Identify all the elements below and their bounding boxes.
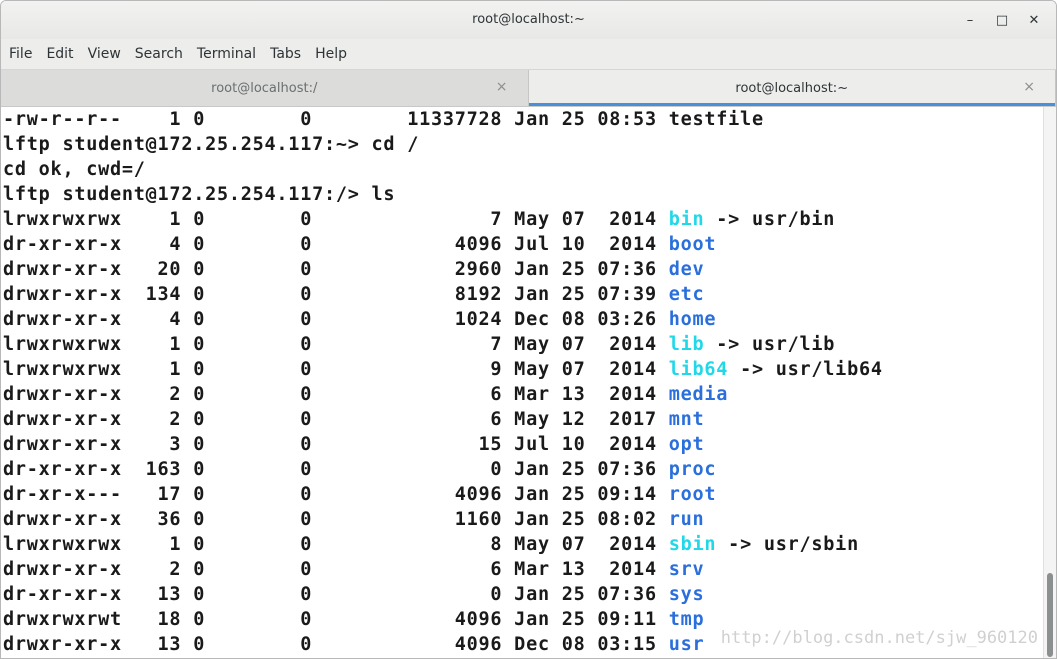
terminal-line: lftp student@172.25.254.117:~> cd /: [3, 132, 1044, 157]
file-details: dr-xr-xr-x 163 0 0 0 Jan 25 07:36: [3, 459, 669, 480]
terminal-line: dr-xr-xr-x 13 0 0 0 Jan 25 07:36 sys: [3, 582, 1044, 607]
terminal-line: lrwxrwxrwx 1 0 0 8 May 07 2014 sbin -> u…: [3, 532, 1044, 557]
terminal-line: drwxr-xr-x 2 0 0 6 Mar 13 2014 media: [3, 382, 1044, 407]
terminal-output[interactable]: -rw-r--r-- 1 0 0 11337728 Jan 25 08:53 t…: [1, 107, 1044, 658]
symlink-target: -> usr/lib: [704, 334, 836, 355]
directory-name: proc: [668, 459, 717, 480]
symlink-target: -> usr/lib64: [728, 359, 883, 380]
file-details: drwxr-xr-x 134 0 0 8192 Jan 25 07:39: [3, 284, 669, 305]
window-controls: – □ ✕: [958, 9, 1046, 31]
terminal-line: dr-xr-xr-x 4 0 0 4096 Jul 10 2014 boot: [3, 232, 1044, 257]
file-details: drwxr-xr-x 2 0 0 6 May 12 2017: [3, 409, 669, 430]
directory-name: opt: [668, 434, 705, 455]
menu-tabs[interactable]: Tabs: [266, 42, 309, 66]
menu-bar: File Edit View Search Terminal Tabs Help: [1, 39, 1056, 70]
menu-help[interactable]: Help: [311, 42, 355, 66]
terminal-line: cd ok, cwd=/: [3, 157, 1044, 182]
terminal-line: lrwxrwxrwx 1 0 0 9 May 07 2014 lib64 -> …: [3, 357, 1044, 382]
terminal-text: cd ok, cwd=/: [3, 159, 146, 180]
file-details: lrwxrwxrwx 1 0 0 8 May 07 2014: [3, 534, 669, 555]
scrollbar-thumb[interactable]: [1047, 573, 1053, 657]
terminal-line: lrwxrwxrwx 1 0 0 7 May 07 2014 bin -> us…: [3, 207, 1044, 232]
file-details: drwxr-xr-x 2 0 0 6 Mar 13 2014: [3, 559, 669, 580]
symlink-name: bin: [668, 209, 705, 230]
file-details: dr-xr-xr-x 13 0 0 0 Jan 25 07:36: [3, 584, 669, 605]
tab-close-icon[interactable]: ×: [496, 79, 508, 95]
directory-name: sys: [668, 584, 705, 605]
menu-file[interactable]: File: [5, 42, 40, 66]
directory-name: usr: [668, 634, 705, 655]
directory-name: run: [668, 509, 705, 530]
tab-label: root@localhost:~: [735, 80, 849, 96]
directory-name: home: [668, 309, 717, 330]
terminal-line: -rw-r--r-- 1 0 0 11337728 Jan 25 08:53 t…: [3, 107, 1044, 132]
file-details: drwxrwxrwt 18 0 0 4096 Jan 25 09:11: [3, 609, 669, 630]
terminal-text: lftp student@172.25.254.117:/> ls: [3, 184, 396, 205]
window-title: root@localhost:~: [472, 12, 585, 27]
terminal-line: drwxr-xr-x 20 0 0 2960 Jan 25 07:36 dev: [3, 257, 1044, 282]
file-details: lrwxrwxrwx 1 0 0 7 May 07 2014: [3, 334, 669, 355]
file-details: drwxr-xr-x 36 0 0 1160 Jan 25 08:02: [3, 509, 669, 530]
menu-edit[interactable]: Edit: [42, 42, 81, 66]
menu-terminal[interactable]: Terminal: [193, 42, 264, 66]
menu-search[interactable]: Search: [131, 42, 191, 66]
directory-name: srv: [668, 559, 705, 580]
directory-name: dev: [668, 259, 705, 280]
symlink-name: lib: [668, 334, 705, 355]
title-bar[interactable]: root@localhost:~ – □ ✕: [1, 1, 1056, 39]
file-details: dr-xr-xr-x 4 0 0 4096 Jul 10 2014: [3, 234, 669, 255]
menu-view[interactable]: View: [84, 42, 129, 66]
tab-root-home[interactable]: root@localhost:~ ×: [528, 70, 1056, 106]
file-details: drwxr-xr-x 3 0 0 15 Jul 10 2014: [3, 434, 669, 455]
tab-root-slash[interactable]: root@localhost:/ ×: [1, 70, 529, 106]
close-button[interactable]: ✕: [1022, 9, 1046, 31]
terminal-line: drwxr-xr-x 4 0 0 1024 Dec 08 03:26 home: [3, 307, 1044, 332]
maximize-button[interactable]: □: [990, 9, 1014, 31]
symlink-name: lib64: [668, 359, 729, 380]
file-details: lrwxrwxrwx 1 0 0 9 May 07 2014: [3, 359, 669, 380]
watermark: http://blog.csdn.net/sjw_960120: [720, 628, 1038, 648]
terminal-line: drwxr-xr-x 2 0 0 6 Mar 13 2014 srv: [3, 557, 1044, 582]
directory-name: etc: [668, 284, 705, 305]
file-details: drwxr-xr-x 13 0 0 4096 Dec 08 03:15: [3, 634, 669, 655]
tab-bar: root@localhost:/ × root@localhost:~ ×: [1, 70, 1056, 107]
symlink-name: sbin: [668, 534, 717, 555]
terminal-line: lrwxrwxrwx 1 0 0 7 May 07 2014 lib -> us…: [3, 332, 1044, 357]
directory-name: root: [668, 484, 717, 505]
symlink-target: -> usr/bin: [704, 209, 836, 230]
terminal-line: dr-xr-x--- 17 0 0 4096 Jan 25 09:14 root: [3, 482, 1044, 507]
terminal-line: drwxr-xr-x 2 0 0 6 May 12 2017 mnt: [3, 407, 1044, 432]
terminal-line: drwxr-xr-x 3 0 0 15 Jul 10 2014 opt: [3, 432, 1044, 457]
file-details: dr-xr-x--- 17 0 0 4096 Jan 25 09:14: [3, 484, 669, 505]
terminal-text: -rw-r--r-- 1 0 0 11337728 Jan 25 08:53 t…: [3, 109, 764, 130]
file-details: lrwxrwxrwx 1 0 0 7 May 07 2014: [3, 209, 669, 230]
tab-close-icon[interactable]: ×: [1023, 79, 1035, 95]
symlink-target: -> usr/sbin: [716, 534, 859, 555]
terminal-text: lftp student@172.25.254.117:~> cd /: [3, 134, 420, 155]
directory-name: media: [668, 384, 729, 405]
directory-name: boot: [668, 234, 717, 255]
minimize-button[interactable]: –: [958, 9, 982, 31]
file-details: drwxr-xr-x 2 0 0 6 Mar 13 2014: [3, 384, 669, 405]
terminal-line: dr-xr-xr-x 163 0 0 0 Jan 25 07:36 proc: [3, 457, 1044, 482]
terminal-line: drwxr-xr-x 36 0 0 1160 Jan 25 08:02 run: [3, 507, 1044, 532]
directory-name: mnt: [668, 409, 705, 430]
file-details: drwxr-xr-x 20 0 0 2960 Jan 25 07:36: [3, 259, 669, 280]
scrollbar[interactable]: [1043, 107, 1056, 658]
file-details: drwxr-xr-x 4 0 0 1024 Dec 08 03:26: [3, 309, 669, 330]
terminal-line: lftp student@172.25.254.117:/> ls: [3, 182, 1044, 207]
tab-label: root@localhost:/: [211, 80, 318, 96]
directory-name: tmp: [668, 609, 705, 630]
terminal-line: drwxr-xr-x 134 0 0 8192 Jan 25 07:39 etc: [3, 282, 1044, 307]
terminal-window: root@localhost:~ – □ ✕ File Edit View Se…: [0, 0, 1057, 659]
